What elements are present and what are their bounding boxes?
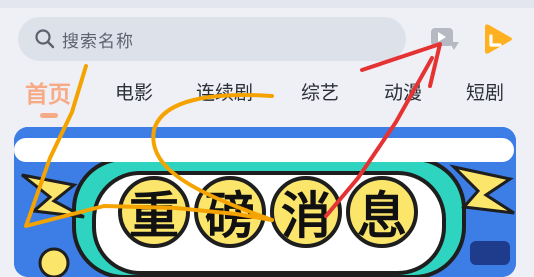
- search-icon: [35, 29, 55, 49]
- tab-short-drama[interactable]: 短剧: [466, 78, 504, 105]
- app-logo-icon[interactable]: [477, 20, 515, 58]
- status-bar: [0, 0, 534, 8]
- tab-movies[interactable]: 电影: [115, 78, 153, 105]
- banner-headline: 重 磅 消 息: [118, 176, 418, 256]
- scribble-highlight: [14, 138, 514, 162]
- active-tab-indicator: [40, 113, 58, 118]
- headline-char: 息: [346, 176, 418, 248]
- tab-anime[interactable]: 动漫: [384, 78, 422, 105]
- headline-char: 磅: [194, 176, 266, 248]
- search-placeholder: 搜索名称: [62, 31, 134, 52]
- headline-char: 消: [270, 176, 342, 248]
- tab-variety[interactable]: 综艺: [301, 78, 339, 105]
- category-tabs: 首页 电影 连续剧 综艺 动漫 短剧: [0, 74, 534, 114]
- search-bar[interactable]: 搜索名称: [18, 17, 406, 61]
- headline-char: 重: [118, 176, 190, 248]
- download-icon[interactable]: [425, 20, 463, 58]
- tab-home[interactable]: 首页: [25, 75, 71, 109]
- tab-series[interactable]: 连续剧: [196, 78, 253, 105]
